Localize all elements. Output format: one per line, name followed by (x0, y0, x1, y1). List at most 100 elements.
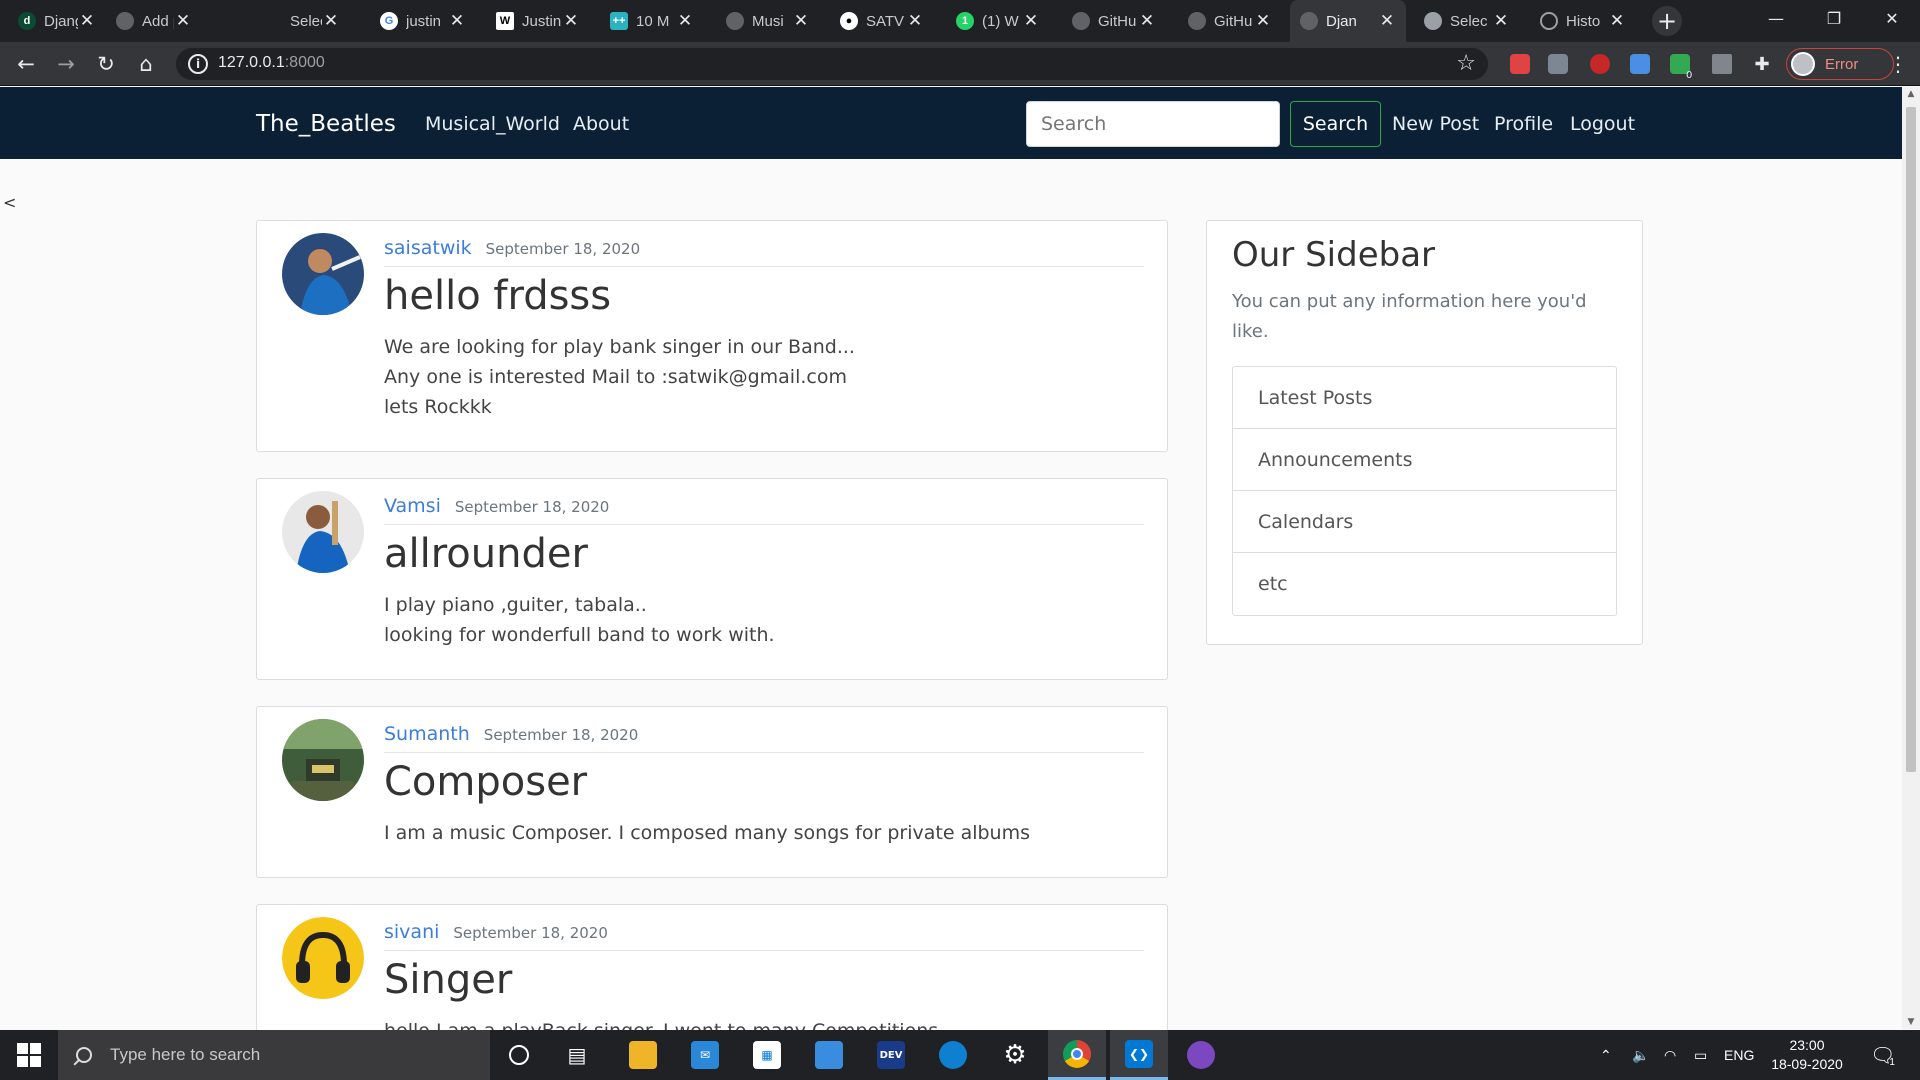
devto-button[interactable]: DEV (862, 1030, 920, 1080)
wifi-icon[interactable]: ◠ (1664, 1030, 1676, 1080)
task-view-button[interactable]: ▤ (548, 1030, 606, 1080)
clock[interactable]: 23:00 18-09-2020 (1752, 1036, 1862, 1074)
search-button[interactable]: Search (1290, 101, 1381, 147)
close-icon[interactable]: ✕ (676, 11, 694, 31)
post-author-link[interactable]: sivani (384, 921, 439, 943)
new-tab-button[interactable]: + (1652, 6, 1682, 36)
close-icon[interactable]: ✕ (1022, 11, 1040, 31)
close-icon[interactable]: ✕ (1254, 11, 1272, 31)
puzzle-extensions-icon[interactable]: ✚ (1748, 50, 1776, 78)
post-meta: Vamsi September 18, 2020 (384, 495, 1144, 525)
post-title[interactable]: hello frdsss (384, 273, 611, 319)
close-icon[interactable]: ✕ (906, 11, 924, 31)
forward-arrow-icon[interactable]: → (52, 50, 80, 78)
nav-profile[interactable]: Profile (1494, 113, 1553, 135)
reload-icon[interactable]: ↻ (92, 50, 120, 78)
tab-add-post[interactable]: Add p ✕ (106, 0, 202, 42)
edge-button[interactable] (924, 1030, 982, 1080)
back-arrow-icon[interactable]: ← (12, 50, 40, 78)
post-date: September 18, 2020 (454, 498, 610, 516)
file-explorer-button[interactable] (614, 1030, 672, 1080)
nav-about[interactable]: About (573, 113, 629, 135)
sidebar-item-calendars[interactable]: Calendars (1233, 491, 1616, 553)
tab-django[interactable]: d Djang ✕ (8, 0, 106, 42)
brand-link[interactable]: The_Beatles (256, 111, 396, 137)
address-bar[interactable]: i 127.0.0.1:8000 ☆ (176, 48, 1488, 80)
tv-extension-icon[interactable] (1590, 54, 1610, 74)
nav-logout[interactable]: Logout (1570, 113, 1635, 135)
close-window-button[interactable]: ✕ (1864, 0, 1920, 36)
home-icon[interactable]: ⌂ (132, 50, 160, 78)
url-text[interactable]: 127.0.0.1:8000 (218, 54, 325, 72)
sidebar-item-latest-posts[interactable]: Latest Posts (1233, 367, 1616, 429)
scroll-up-icon[interactable]: ▲ (1906, 89, 1916, 99)
tab-django-active[interactable]: Djan ✕ (1290, 0, 1406, 42)
shield-extension-icon[interactable] (1548, 54, 1568, 74)
nav-musical-world[interactable]: Musical_World (425, 113, 560, 135)
copy-extension-icon[interactable] (1630, 54, 1650, 74)
close-icon[interactable]: ✕ (1138, 11, 1156, 31)
tab-github-satwik[interactable]: ● SATV ✕ (830, 0, 934, 42)
post-title[interactable]: Composer (384, 759, 587, 805)
tab-select[interactable]: Selec ✕ (202, 0, 350, 42)
tab-music[interactable]: Musi ✕ (716, 0, 820, 42)
close-icon[interactable]: ✕ (1608, 11, 1626, 31)
notification-icon[interactable]: 🗨 1 (1870, 1030, 1895, 1080)
tab-whatsapp[interactable]: 1 (1) W ✕ (946, 0, 1050, 42)
nav-new-post[interactable]: New Post (1392, 113, 1479, 135)
close-icon[interactable]: ✕ (792, 11, 810, 31)
tray-chevron-icon[interactable]: ⌃ (1600, 1030, 1612, 1080)
bookmark-star-icon[interactable]: ☆ (1456, 51, 1476, 76)
sidebar-item-etc[interactable]: etc (1233, 553, 1616, 615)
sidebar-item-announcements[interactable]: Announcements (1233, 429, 1616, 491)
tab-github-2[interactable]: GitHu ✕ (1178, 0, 1282, 42)
scroll-down-icon[interactable]: ▼ (1906, 1017, 1916, 1027)
back-caret[interactable]: < (3, 193, 16, 212)
close-icon[interactable]: ✕ (78, 11, 96, 31)
search-input[interactable] (1026, 101, 1280, 147)
battery-icon[interactable]: ▭ (1694, 1030, 1707, 1080)
app-button[interactable] (800, 1030, 858, 1080)
tab-github-1[interactable]: GitHu ✕ (1062, 0, 1166, 42)
mail-icon: ✉ (691, 1041, 719, 1069)
close-icon[interactable]: ✕ (1492, 11, 1510, 31)
tab-wikipedia[interactable]: W Justin ✕ (486, 0, 590, 42)
taskbar-search-box[interactable]: Type here to search (58, 1030, 490, 1080)
tab-select-2[interactable]: Selec ✕ (1414, 0, 1520, 42)
github-desktop-button[interactable] (1172, 1030, 1230, 1080)
globe-icon (726, 12, 744, 30)
chrome-button[interactable] (1048, 1030, 1106, 1080)
restore-button[interactable]: ❐ (1806, 0, 1862, 36)
vertical-scrollbar[interactable]: ▲ ▼ (1902, 87, 1920, 1029)
profile-button[interactable]: Error (1786, 48, 1894, 80)
cortana-button[interactable] (490, 1030, 548, 1080)
settings-button[interactable]: ⚙ (986, 1030, 1044, 1080)
cloud-extension-icon[interactable] (1712, 54, 1732, 74)
vscode-button[interactable]: ❮❯ (1110, 1030, 1168, 1080)
volume-icon[interactable]: 🔈 (1632, 1030, 1649, 1080)
close-icon[interactable]: ✕ (562, 11, 580, 31)
mail-button[interactable]: ✉ (676, 1030, 734, 1080)
wikipedia-icon: W (496, 12, 514, 30)
tab-history[interactable]: Histo ✕ (1530, 0, 1636, 42)
close-icon[interactable]: ✕ (322, 11, 340, 31)
post-author-link[interactable]: Sumanth (384, 723, 470, 745)
post-title[interactable]: Singer (384, 957, 512, 1003)
close-icon[interactable]: ✕ (1378, 11, 1396, 31)
close-icon[interactable]: ✕ (174, 11, 192, 31)
minimize-button[interactable]: — (1748, 0, 1804, 36)
store-bag-icon: ▦ (753, 1041, 781, 1069)
close-icon[interactable]: ✕ (448, 11, 466, 31)
pocket-extension-icon[interactable] (1510, 54, 1530, 74)
language-indicator[interactable]: ENG (1724, 1030, 1754, 1080)
menu-dots-icon[interactable]: ⋮ (1888, 52, 1908, 76)
tab-10m[interactable]: ++ 10 M ✕ (600, 0, 704, 42)
post-author-link[interactable]: Vamsi (384, 495, 441, 517)
post-author-link[interactable]: saisatwik (384, 237, 472, 259)
tab-google-justin[interactable]: G justin ✕ (370, 0, 476, 42)
store-button[interactable]: ▦ (738, 1030, 796, 1080)
start-button[interactable] (0, 1030, 58, 1080)
site-info-icon[interactable]: i (188, 54, 208, 74)
post-title[interactable]: allrounder (384, 531, 588, 577)
scrollbar-thumb[interactable] (1906, 107, 1916, 772)
